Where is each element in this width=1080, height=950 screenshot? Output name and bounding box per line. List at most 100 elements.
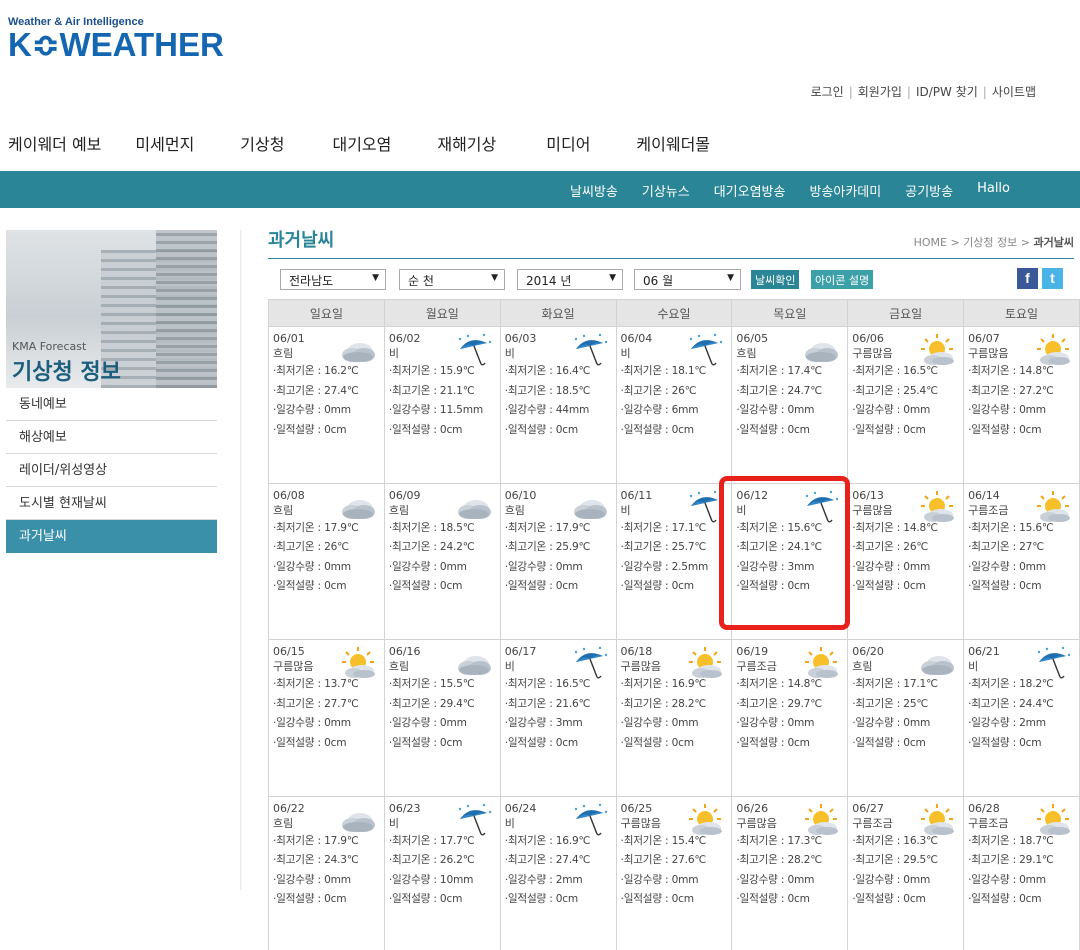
icon-legend-button[interactable]: 아이콘 설명 [811,270,874,289]
snowfall-value: 0cm [555,423,579,436]
check-weather-button[interactable]: 날씨확인 [751,270,800,289]
day-snowfall: ·일적설량 : 0cm [389,734,500,754]
min-temp-label: ·최저기온 : [273,834,325,847]
rainfall-label: ·일강수량 : [388,873,440,886]
region-select[interactable]: 전라남도 ▼ [280,269,386,290]
logo[interactable]: Weather & Air Intelligence K≎WEATHER [8,16,224,62]
day-max-temp: ·최고기온 : 27.4℃ [273,382,384,402]
sidebar-item-radar-satellite[interactable]: 레이더/위성영상 [6,454,217,487]
umbrella-icon [685,490,725,524]
rainfall-value: 0mm [324,873,351,886]
sidebar-item-local-forecast[interactable]: 동네예보 [6,388,217,421]
gnb-item-media[interactable]: 미디어 [546,131,590,155]
subnav-hallo[interactable]: Hallo [977,181,1010,200]
max-temp-label: ·최고기온 : [620,697,672,710]
subnav-weather-broadcast[interactable]: 날씨방송 [570,181,618,200]
min-temp-label: ·최저기온 : [388,365,440,377]
gnb-item-disaster-weather[interactable]: 재해기상 [437,131,496,155]
max-temp-value: 27.4℃ [555,854,591,866]
global-nav: 케이웨더 예보 미세먼지 기상청 대기오염 재해기상 미디어 케이웨더몰 [0,131,710,155]
sidebar-item-marine-forecast[interactable]: 해상예보 [6,421,217,454]
max-temp-value: 27.4℃ [324,384,359,397]
max-temp-label: ·최고기온 : [273,384,325,397]
min-temp-label: ·최저기온 : [852,834,904,847]
rainfall-value: 0mm [1019,560,1046,573]
facebook-icon[interactable]: f [1017,268,1038,289]
month-select[interactable]: 06 월 ▼ [634,269,741,290]
snowfall-label: ·일적설량 : [968,423,1020,436]
snowfall-value: 0cm [787,580,810,592]
gnb-item-forecast[interactable]: 케이웨더 예보 [8,131,101,155]
breadcrumb-section[interactable]: 기상청 정보 [963,236,1017,249]
rainfall-value: 10mm [439,873,474,886]
gnb-item-mall[interactable]: 케이웨더몰 [636,131,710,155]
day-snowfall: ·일적설량 : 0cm [389,421,500,441]
twitter-icon[interactable]: t [1042,268,1063,289]
rainfall-value: 0mm [787,873,815,886]
max-temp-label: ·최고기온 : [388,854,440,866]
day-snowfall: ·일적설량 : 0cm [852,577,963,597]
gnb-item-fine-dust[interactable]: 미세먼지 [135,131,194,155]
min-temp-label: ·최저기온 : [273,365,325,377]
sun-cloud-icon [917,333,957,367]
logo-brand: K≎WEATHER [8,26,224,63]
sitemap-link[interactable]: 사이트맵 [992,85,1036,99]
breadcrumb-home[interactable]: HOME [914,236,947,249]
calendar-week-row: 06/15 구름많음 ·최저기온 : 13.7℃ ·최고기온 : 27.7℃ ·일강수량… [268,639,1080,797]
max-temp-value: 24.3℃ [324,854,359,866]
day-rainfall: ·일강수량 : 0mm [389,714,500,734]
weekday-fri: 금요일 [847,299,965,327]
subnav-academy[interactable]: 방송아카데미 [809,181,881,200]
snowfall-label: ·일적설량 : [273,893,325,905]
max-temp-label: ·최고기온 : [620,541,672,553]
day-snowfall: ·일적설량 : 0cm [505,890,616,910]
gnb-item-kma[interactable]: 기상청 [240,131,284,155]
login-link[interactable]: 로그인 [811,85,844,99]
weekday-header-row: 일요일 월요일 화요일 수요일 목요일 금요일 토요일 [268,299,1080,327]
day-snowfall: ·일적설량 : 0cm [273,734,384,754]
max-temp-label: ·최고기온 : [968,541,1020,553]
snowfall-value: 0cm [671,423,694,436]
day-snowfall: ·일적설량 : 0cm [736,890,847,910]
calendar-week-row: 06/08 흐림 ·최저기온 : 17.9℃ ·최고기온 : 26℃ ·일강수량 : 0… [268,482,1080,640]
max-temp-label: ·최고기온 : [736,854,788,866]
day-snowfall: ·일적설량 : 0cm [852,421,963,441]
max-temp-label: ·최고기온 : [968,697,1020,710]
rainfall-value: 0mm [671,717,699,729]
weekday-tue: 화요일 [499,299,617,327]
find-account-link[interactable]: ID/PW 찾기 [916,85,978,99]
day-rainfall: ·일강수량 : 0mm [621,714,732,734]
day-rainfall: ·일강수량 : 0mm [736,714,847,734]
day-cell: 06/22 흐림 ·최저기온 : 17.9℃ ·최고기온 : 24.3℃ ·일강수량 :… [268,795,385,950]
day-snowfall: ·일적설량 : 0cm [621,734,732,754]
sidebar-divider [240,230,242,890]
day-rainfall: ·일강수량 : 0mm [621,871,732,891]
signup-link[interactable]: 회원가입 [858,85,902,99]
day-cell: 06/12 비 ·최저기온 : 15.6℃ ·최고기온 : 24.1℃ ·일강수량 : … [731,482,849,640]
snowfall-label: ·일적설량 : [388,736,440,749]
year-select[interactable]: 2014 년 ▼ [517,269,623,290]
snowfall-value: 0cm [1019,736,1042,749]
subnav-air-channel[interactable]: 공기방송 [905,181,953,200]
day-max-temp: ·최고기온 : 24.2℃ [389,538,500,558]
sidebar-item-past-weather[interactable]: 과거날씨 [6,520,217,553]
sun-cloud-icon [917,803,957,837]
city-select[interactable]: 순 천 ▼ [399,269,505,290]
rainfall-label: ·일강수량 : [620,717,672,729]
sidebar-item-city-weather[interactable]: 도시별 현재날씨 [6,487,217,520]
sun-cloud-icon [685,803,725,837]
day-rainfall: ·일강수량 : 0mm [852,714,963,734]
snowfall-label: ·일적설량 : [620,893,672,905]
day-rainfall: ·일강수량 : 0mm [505,558,616,578]
gnb-item-air-pollution[interactable]: 대기오염 [332,131,391,155]
day-snowfall: ·일적설량 : 0cm [273,890,384,910]
day-max-temp: ·최고기온 : 25.4℃ [852,382,963,402]
day-cell: 06/02 비 ·최저기온 : 15.9℃ ·최고기온 : 21.1℃ ·일강수량 : … [383,326,501,484]
sun-cloud-icon [1033,333,1073,367]
subnav-air-broadcast[interactable]: 대기오염방송 [714,181,786,200]
min-temp-label: ·최저기온 : [736,365,788,377]
max-temp-value: 27.6℃ [671,854,707,866]
sun-cloud-icon [1033,490,1073,524]
sun-cloud-icon [685,646,725,680]
subnav-weather-news[interactable]: 기상뉴스 [642,181,690,200]
